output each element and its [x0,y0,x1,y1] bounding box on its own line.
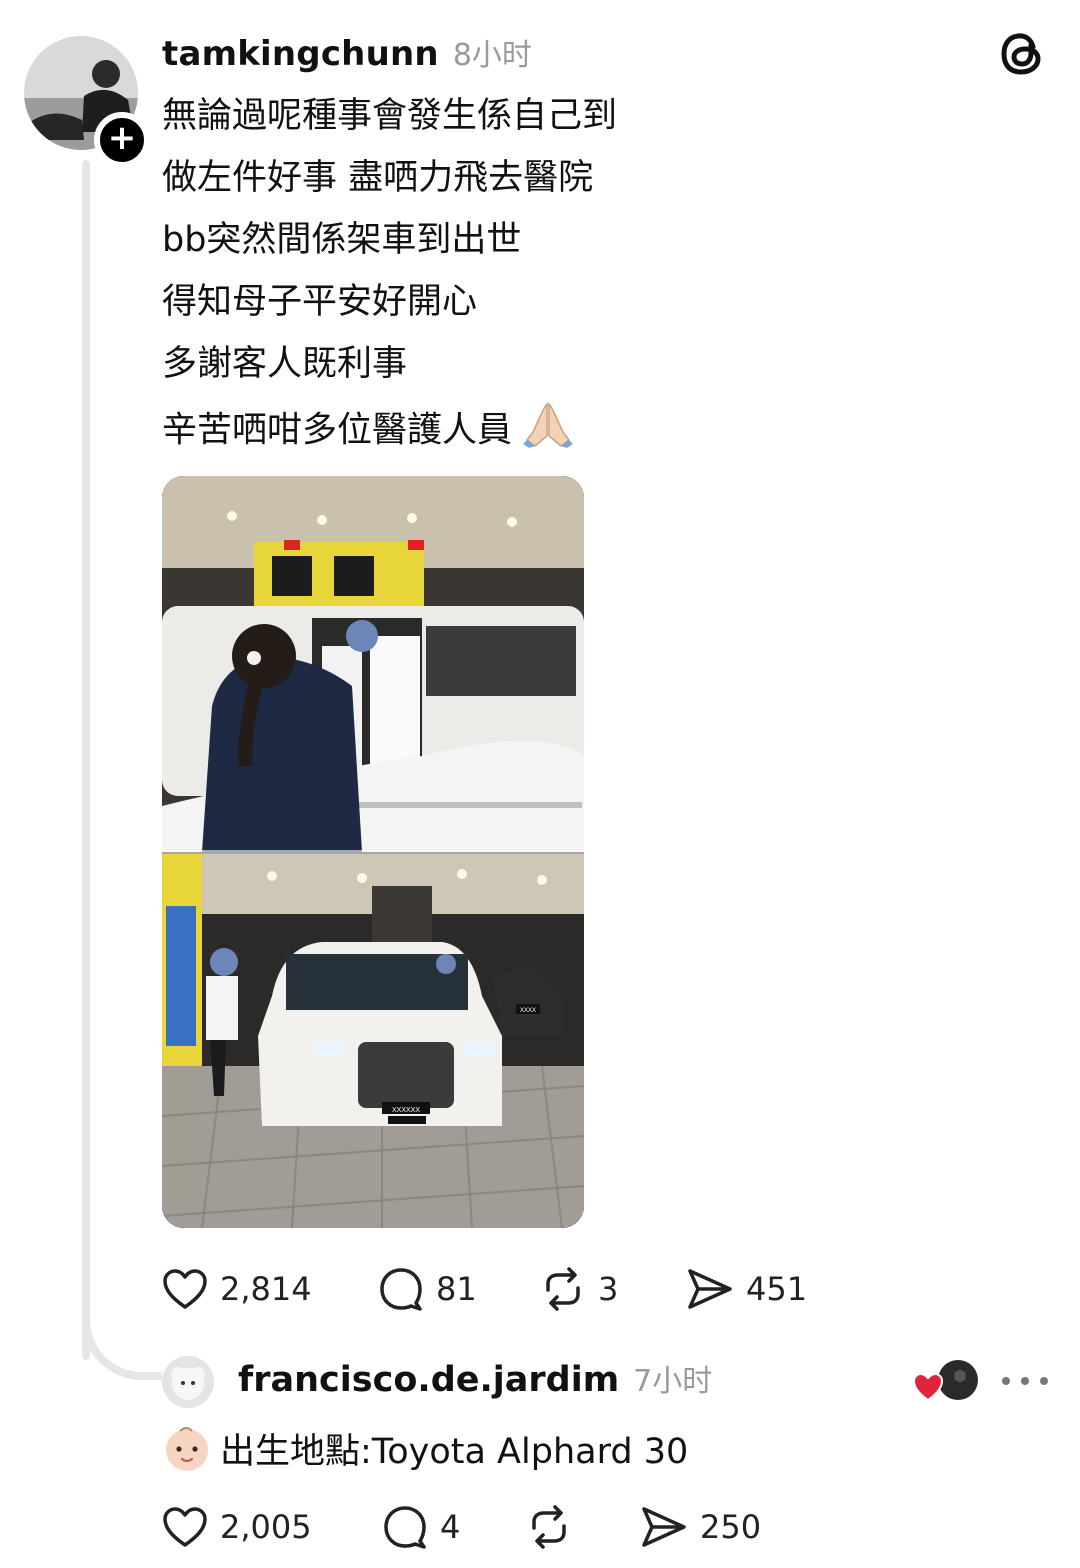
post-body: 無論過呢種事會發生係自己到 做左件好事 盡哂力飛去醫院 bb突然間係架車到出世 … [162,90,782,462]
reply-share-button[interactable]: 250 [640,1505,761,1549]
post-text-line: 多謝客人既利事 [162,344,408,384]
reply-count: 81 [436,1270,477,1308]
reply-body: 出生地點:Toyota Alphard 30 [162,1420,688,1476]
dot [1002,1377,1010,1385]
post-username[interactable]: tamkingchunn [162,34,439,74]
dot [1021,1377,1029,1385]
share-send-icon [688,1269,732,1309]
reply-username[interactable]: francisco.de.jardim [238,1360,619,1400]
reply-timestamp: 7小时 [633,1364,713,1399]
post-text-line: bb突然間係架車到出世 [162,220,522,260]
share-count: 451 [746,1270,808,1308]
reply-avatar-image [162,1356,214,1408]
post-action-bar: 2,814 81 3 451 [162,1266,807,1312]
repost-icon [532,1505,566,1549]
baby-face-icon [166,1427,208,1471]
share-send-icon [642,1507,686,1547]
reply-reply-button[interactable]: 4 [382,1505,526,1549]
threads-logo-icon [1001,33,1041,75]
comment-bubble-icon [380,1268,422,1311]
reply-avatar[interactable] [162,1356,214,1408]
reply-share-count: 250 [700,1508,762,1546]
post-timestamp: 8小时 [452,38,532,73]
reply-text: 出生地點:Toyota Alphard 30 [220,1431,689,1472]
post-text-line: 做左件好事 盡哂力飛去醫院 [162,158,594,198]
reply-reply-count: 4 [440,1508,461,1546]
repost-icon [546,1267,580,1311]
photo-collage: XXXXXX XXXX [162,476,584,1228]
post-header: tamkingchunn 8小时 [162,30,532,78]
post-text-line: 得知母子平安好開心 [162,282,478,322]
post-photo[interactable]: XXXXXX XXXX [162,476,584,1228]
comment-bubble-icon [384,1506,426,1549]
reply-action-bar: 2,005 4 250 [162,1504,761,1550]
thread-connector-curve [82,1300,162,1380]
reply-repost-button[interactable] [526,1504,640,1550]
dot [1040,1377,1048,1385]
front-plate-text: XXXXXX [392,1107,420,1114]
side-plate-text: XXXX [520,1008,536,1014]
reply-header: francisco.de.jardim 7小时 [238,1356,712,1406]
author-liked-indicator [912,1358,980,1404]
more-options-icon[interactable] [1002,1366,1048,1396]
post-text-line-last: 辛苦哂咁多位醫護人員 [162,400,782,462]
repost-count: 3 [598,1270,619,1308]
thread-connector-line [82,160,90,1360]
heart-icon [163,1269,207,1309]
post-text-line: 無論過呢種事會發生係自己到 [162,96,618,136]
reply-like-count: 2,005 [220,1508,312,1546]
like-button[interactable]: 2,814 [162,1268,378,1310]
share-button[interactable]: 451 [686,1267,807,1311]
repost-button[interactable]: 3 [540,1266,686,1312]
reply-button[interactable]: 81 [378,1267,540,1311]
like-count: 2,814 [220,1270,312,1308]
heart-icon [163,1507,207,1547]
praying-hands-icon [523,400,574,463]
post-text-line: 辛苦哂咁多位醫護人員 [162,410,513,451]
follow-plus-button[interactable]: + [94,112,150,168]
reply-like-button[interactable]: 2,005 [162,1506,382,1548]
author-liked-avatar-icon [912,1360,978,1402]
